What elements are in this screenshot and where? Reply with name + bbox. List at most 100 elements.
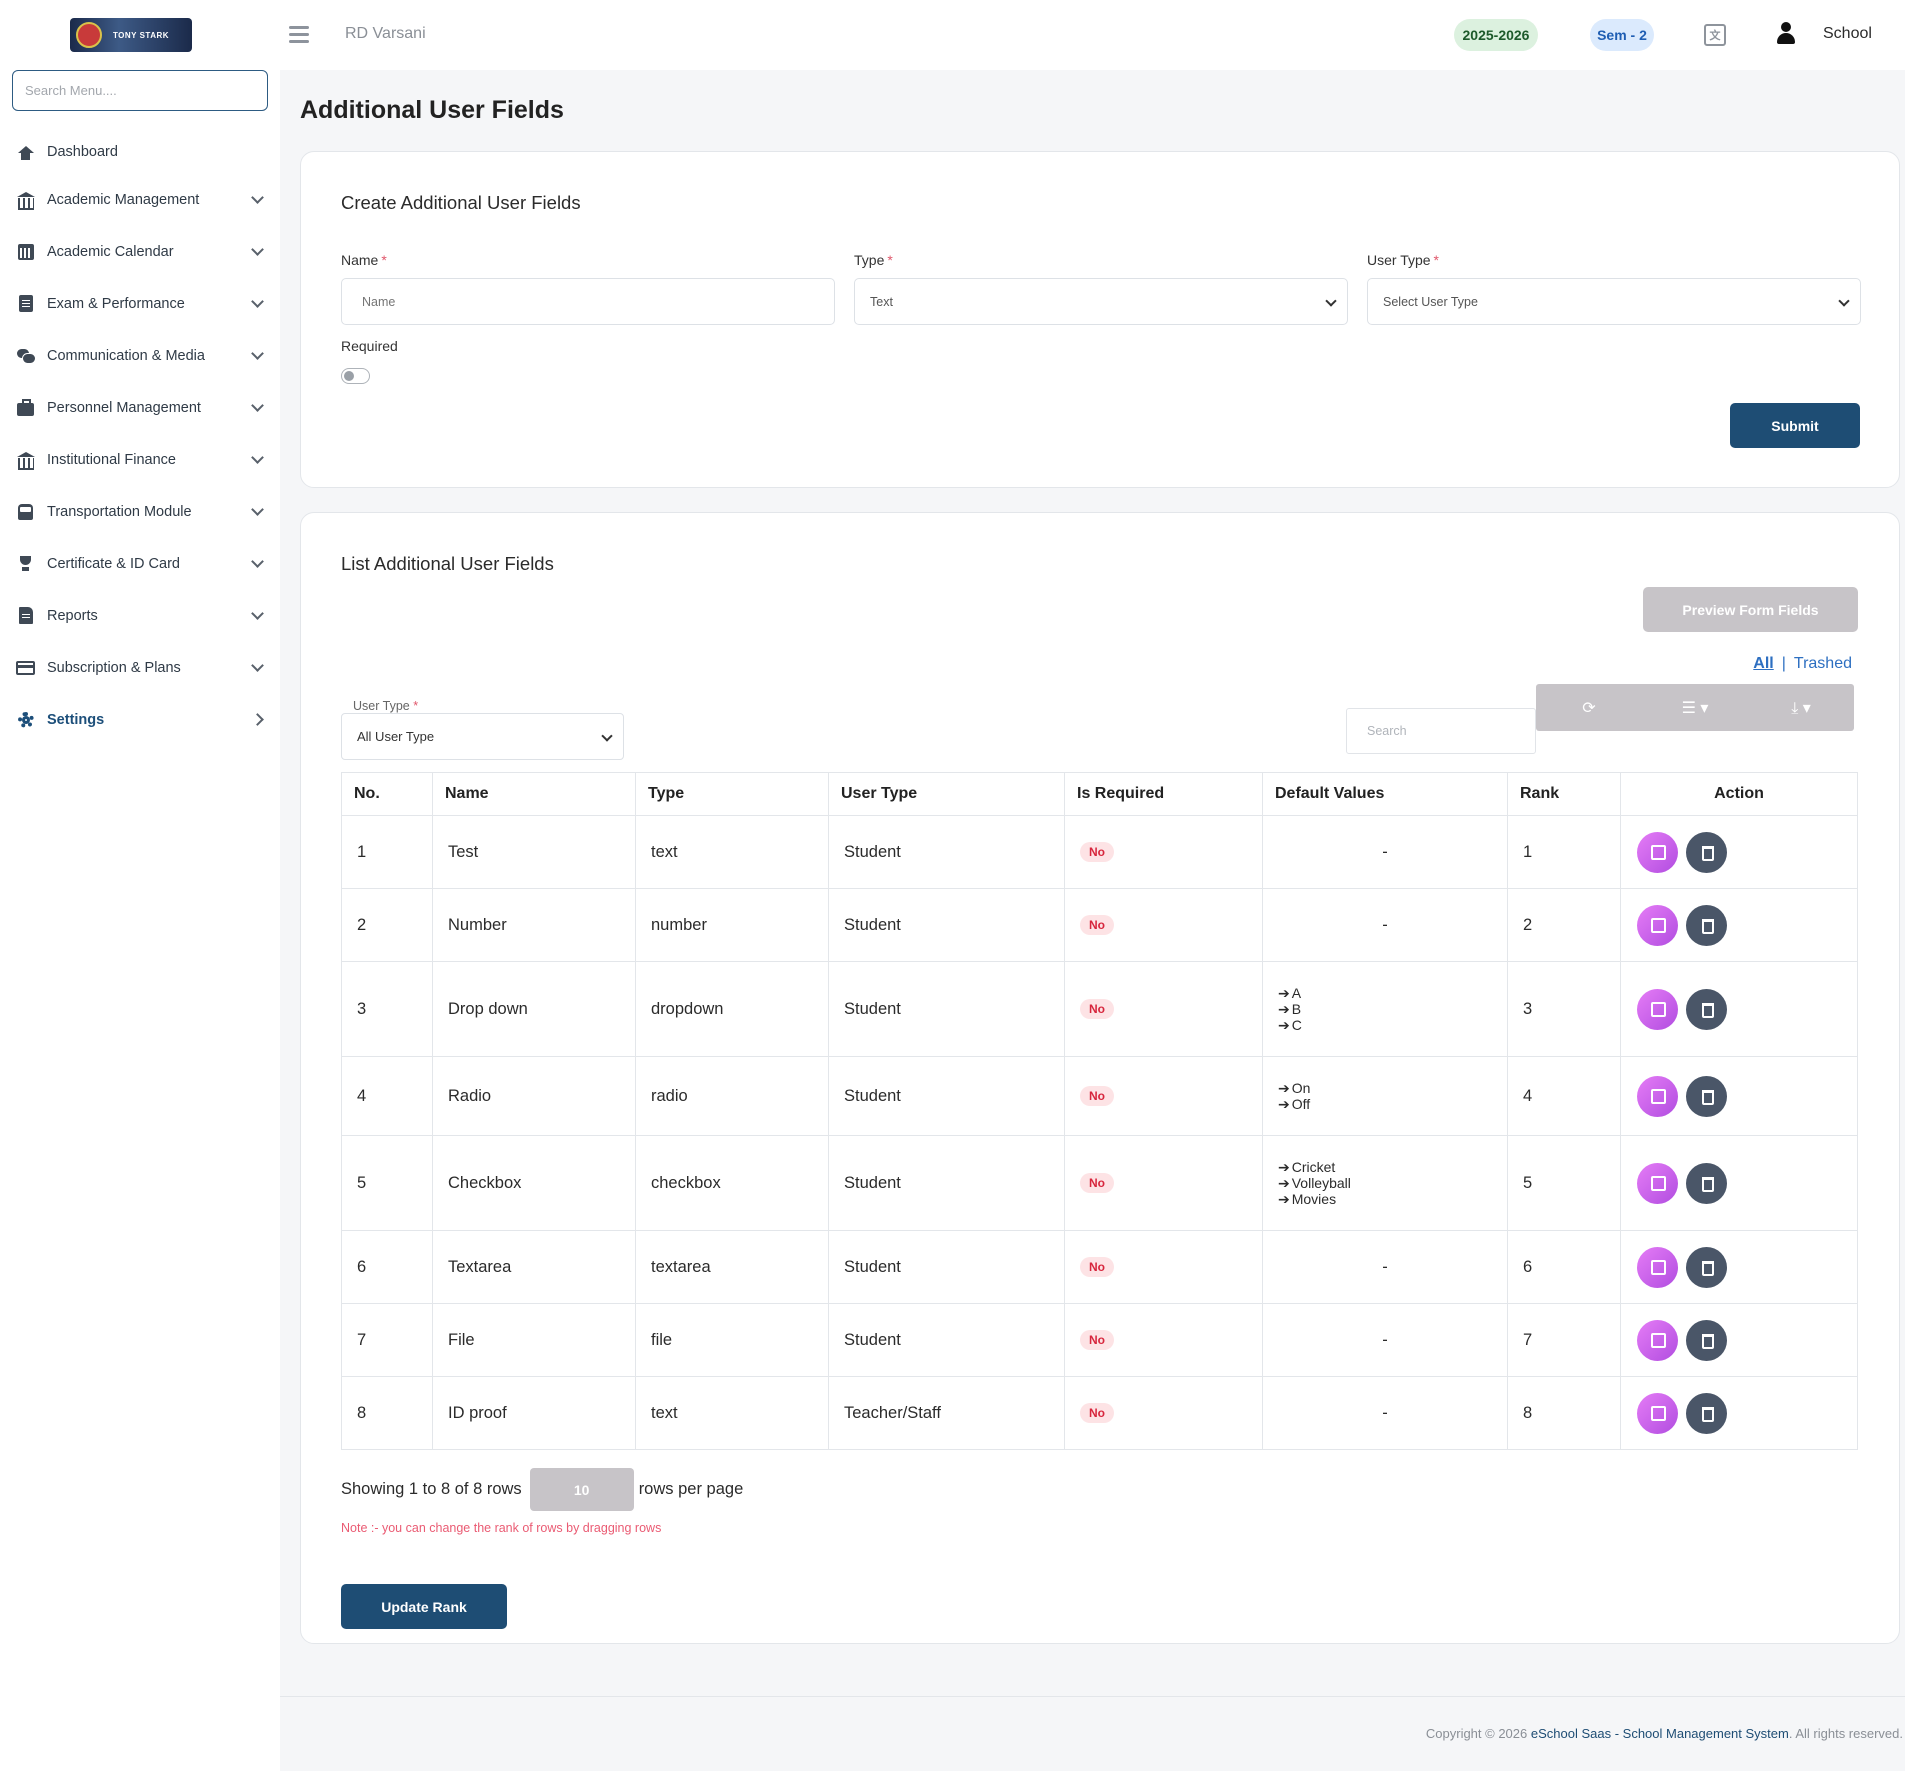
required-toggle[interactable] [341, 368, 370, 384]
calendar-icon [16, 243, 35, 260]
table-row[interactable]: 2 Number number Student No -2 [341, 888, 1858, 962]
table-row[interactable]: 5 Checkbox checkbox Student No ➔ Cricket ➔ Volle… [341, 1135, 1858, 1231]
cell-name: ID proof [432, 1376, 636, 1450]
export-icon[interactable]: ⤓ ▾ [1748, 684, 1854, 731]
table-row[interactable]: 3 Drop down dropdown Student No ➔ A ➔ B ➔ C 3 [341, 961, 1858, 1057]
default-value-item: ➔ Off [1278, 1096, 1492, 1112]
sidebar-item-label: Communication & Media [47, 348, 205, 364]
chevron-right-icon [251, 713, 264, 726]
delete-button[interactable] [1686, 1162, 1727, 1204]
table-search-input[interactable]: Search [1346, 708, 1536, 754]
sidebar-item-institutional-finance[interactable]: Institutional Finance [0, 434, 280, 486]
cell-name: Radio [432, 1056, 636, 1136]
user-type-filter-select[interactable]: All User Type [341, 713, 624, 760]
column-header-type[interactable]: Type [635, 772, 829, 816]
delete-button[interactable] [1686, 1392, 1727, 1434]
sidebar-item-settings[interactable]: Settings [0, 694, 280, 746]
cell-user-type: Student [828, 1135, 1065, 1231]
school-logo[interactable]: TONY STARK [70, 18, 192, 52]
delete-button[interactable] [1686, 1246, 1727, 1288]
page-size-select[interactable]: 10 [529, 1468, 634, 1511]
column-header-rank[interactable]: Rank [1507, 772, 1621, 816]
edit-button[interactable] [1637, 988, 1678, 1030]
briefcase-icon [16, 398, 35, 416]
column-header-name[interactable]: Name [432, 772, 636, 816]
bus-icon [16, 503, 35, 520]
table-row[interactable]: 4 Radio radio Student No ➔ On ➔ Off 4 [341, 1056, 1858, 1136]
edit-button[interactable] [1637, 904, 1678, 946]
sidebar-search-input[interactable] [12, 70, 268, 111]
sidebar-item-communication-media[interactable]: Communication & Media [0, 330, 280, 382]
cell-no: 8 [341, 1376, 433, 1450]
default-value-text: Cricket [1291, 1159, 1336, 1175]
document-icon [16, 295, 35, 312]
language-icon[interactable]: 文 [1704, 24, 1726, 46]
table-row[interactable]: 1 Test text Student No -1 [341, 815, 1858, 889]
edit-button[interactable] [1637, 1319, 1678, 1361]
menu-toggle-icon[interactable] [289, 26, 309, 43]
preview-form-fields-button[interactable]: Preview Form Fields [1643, 587, 1858, 632]
session-year-badge[interactable]: 2025-2026 [1454, 19, 1538, 51]
edit-button[interactable] [1637, 1392, 1678, 1434]
sidebar-item-label: Transportation Module [47, 504, 192, 520]
edit-button[interactable] [1637, 1162, 1678, 1204]
bank-icon [16, 451, 35, 470]
delete-button[interactable] [1686, 904, 1727, 946]
user-type-label: User Type * [1367, 252, 1439, 268]
edit-button[interactable] [1637, 1075, 1678, 1117]
sidebar-item-dashboard[interactable]: Dashboard [0, 130, 280, 174]
name-input[interactable] [341, 278, 835, 325]
user-menu-label[interactable]: School [1823, 25, 1872, 43]
cell-rank: 5 [1507, 1135, 1621, 1231]
default-value-text: Movies [1291, 1191, 1337, 1207]
column-header-no[interactable]: No. [341, 772, 433, 816]
cell-default-values: ➔ On ➔ Off [1262, 1056, 1508, 1136]
sidebar-item-academic-management[interactable]: Academic Management [0, 174, 280, 226]
columns-toggle-icon[interactable]: ☰ ▾ [1642, 684, 1748, 731]
refresh-icon[interactable]: ⟳ [1536, 684, 1642, 731]
column-header-is-required[interactable]: Is Required [1064, 772, 1263, 816]
sidebar-item-academic-calendar[interactable]: Academic Calendar [0, 226, 280, 278]
sidebar-item-label: Subscription & Plans [47, 660, 181, 676]
cell-action [1620, 1376, 1858, 1450]
sidebar-item-subscription-plans[interactable]: Subscription & Plans [0, 642, 280, 694]
cell-is-required: No [1064, 815, 1263, 889]
column-header-default-values[interactable]: Default Values [1262, 772, 1508, 816]
table-row[interactable]: 6 Textarea textarea Student No -6 [341, 1230, 1858, 1304]
cell-default-values: - [1262, 815, 1508, 889]
cell-name: Test [432, 815, 636, 889]
delete-button[interactable] [1686, 1319, 1727, 1361]
list-card-title: List Additional User Fields [341, 553, 554, 574]
delete-button[interactable] [1686, 1075, 1727, 1117]
sidebar-item-exam-performance[interactable]: Exam & Performance [0, 278, 280, 330]
user-icon[interactable] [1775, 22, 1797, 46]
update-rank-button[interactable]: Update Rank [341, 1584, 507, 1629]
sidebar-item-transportation-module[interactable]: Transportation Module [0, 486, 280, 538]
filter-all-link[interactable]: All [1753, 655, 1773, 672]
default-value-item: ➔ B [1278, 1001, 1492, 1017]
user-type-select[interactable]: Select User Type [1367, 278, 1861, 325]
cell-action [1620, 1230, 1858, 1304]
delete-button[interactable] [1686, 831, 1727, 873]
footer-brand-link[interactable]: eSchool Saas - School Management System [1531, 1726, 1789, 1741]
cell-default-values: ➔ A ➔ B ➔ C [1262, 961, 1508, 1057]
sidebar-item-label: Reports [47, 608, 98, 624]
cell-type: checkbox [635, 1135, 829, 1231]
table-row[interactable]: 7 File file Student No -7 [341, 1303, 1858, 1377]
type-select[interactable]: Text [854, 278, 1348, 325]
submit-button[interactable]: Submit [1730, 403, 1860, 448]
delete-button[interactable] [1686, 988, 1727, 1030]
sidebar-item-certificate-id-card[interactable]: Certificate & ID Card [0, 538, 280, 590]
cell-action [1620, 1056, 1858, 1136]
filter-trashed-link[interactable]: Trashed [1794, 655, 1852, 672]
cell-is-required: No [1064, 961, 1263, 1057]
sidebar-item-reports[interactable]: Reports [0, 590, 280, 642]
edit-button[interactable] [1637, 831, 1678, 873]
table-row[interactable]: 8 ID proof text Teacher/Staff No -8 [341, 1376, 1858, 1450]
cell-rank: 6 [1507, 1230, 1621, 1304]
chevron-down-icon [251, 607, 264, 620]
column-header-user-type[interactable]: User Type [828, 772, 1065, 816]
semester-badge[interactable]: Sem - 2 [1590, 19, 1654, 51]
edit-button[interactable] [1637, 1246, 1678, 1288]
sidebar-item-personnel-management[interactable]: Personnel Management [0, 382, 280, 434]
